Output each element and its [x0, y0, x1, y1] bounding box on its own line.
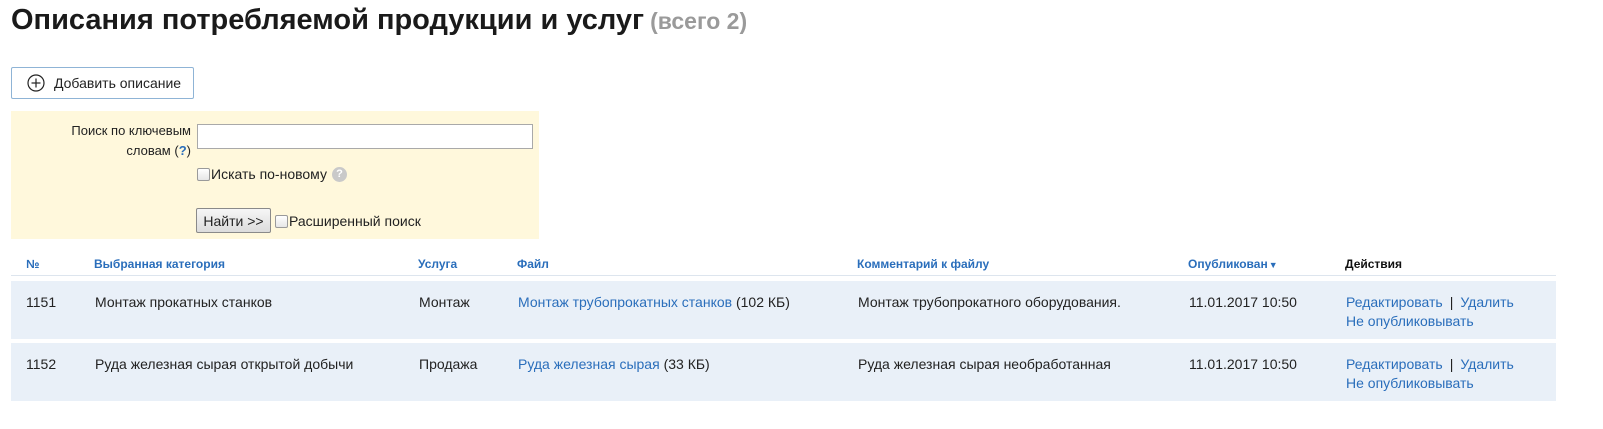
table-header-row: № Выбранная категория Услуга Файл Коммен… — [11, 253, 1556, 276]
header-num[interactable]: № — [11, 253, 94, 276]
file-size: (102 КБ) — [732, 294, 790, 310]
keyword-label-close: ) — [186, 143, 191, 158]
file-link[interactable]: Руда железная сырая — [518, 356, 660, 372]
add-description-label: Добавить описание — [54, 75, 182, 91]
table-row: 1152 Руда железная сырая открытой добычи… — [11, 343, 1556, 401]
find-button[interactable]: Найти >> — [196, 208, 271, 233]
file-link[interactable]: Монтаж трубопрокатных станков — [518, 294, 732, 310]
keyword-search-input[interactable] — [197, 124, 533, 149]
plus-circle-icon — [27, 74, 45, 92]
cell-service: Продажа — [418, 343, 517, 401]
cell-service: Монтаж — [418, 281, 517, 339]
cell-published: 11.01.2017 10:50 — [1188, 281, 1345, 339]
cell-file: Руда железная сырая (33 КБ) — [517, 343, 857, 401]
cell-num: 1151 — [11, 281, 94, 339]
descriptions-table: № Выбранная категория Услуга Файл Коммен… — [11, 253, 1556, 401]
cell-num: 1152 — [11, 343, 94, 401]
keyword-label-line1: Поиск по ключевым — [71, 123, 191, 138]
new-search-label: Искать по-новому — [211, 166, 327, 182]
cell-comment: Руда железная сырая необработанная — [857, 343, 1188, 401]
unpublish-link[interactable]: Не опубликовывать — [1346, 313, 1474, 329]
cell-published: 11.01.2017 10:50 — [1188, 343, 1345, 401]
title-count: (всего 2) — [650, 8, 748, 34]
header-comment[interactable]: Комментарий к файлу — [857, 253, 1188, 276]
cell-actions: Редактировать | Удалить Не опубликовывать — [1345, 343, 1556, 401]
action-separator: | — [1449, 294, 1454, 310]
cell-file: Монтаж трубопрокатных станков (102 КБ) — [517, 281, 857, 339]
new-search-row: Искать по-новому ? — [197, 166, 347, 182]
header-published-label: Опубликован — [1188, 257, 1268, 271]
advanced-search-checkbox[interactable] — [275, 214, 288, 228]
keyword-search-label: Поиск по ключевым словам (?) — [21, 121, 191, 161]
keyword-label-line2: словам ( — [126, 143, 179, 158]
delete-link[interactable]: Удалить — [1460, 294, 1513, 310]
new-search-checkbox[interactable] — [197, 167, 210, 181]
page-title: Описания потребляемой продукции и услуг(… — [11, 4, 747, 37]
cell-actions: Редактировать | Удалить Не опубликовывать — [1345, 281, 1556, 339]
cell-category: Руда железная сырая открытой добычи — [94, 343, 418, 401]
header-category[interactable]: Выбранная категория — [94, 253, 418, 276]
header-published[interactable]: Опубликован▼ — [1188, 253, 1345, 276]
search-panel: Поиск по ключевым словам (?) Искать по-н… — [11, 111, 539, 239]
header-actions: Действия — [1345, 253, 1556, 276]
page-title-text: Описания потребляемой продукции и услуг — [11, 4, 645, 36]
question-circle-icon[interactable]: ? — [331, 166, 347, 182]
advanced-search-label: Расширенный поиск — [289, 213, 421, 229]
unpublish-link[interactable]: Не опубликовывать — [1346, 375, 1474, 391]
action-separator: | — [1449, 356, 1454, 372]
page: Описания потребляемой продукции и услуг(… — [0, 0, 1603, 429]
table-row: 1151 Монтаж прокатных станков Монтаж Мон… — [11, 281, 1556, 339]
keyword-help-link[interactable]: ? — [179, 143, 187, 158]
edit-link[interactable]: Редактировать — [1346, 356, 1443, 372]
edit-link[interactable]: Редактировать — [1346, 294, 1443, 310]
delete-link[interactable]: Удалить — [1460, 356, 1513, 372]
cell-comment: Монтаж трубопрокатного оборудования. — [857, 281, 1188, 339]
header-file[interactable]: Файл — [517, 253, 857, 276]
file-size: (33 КБ) — [659, 356, 710, 372]
advanced-search-row: Расширенный поиск — [275, 213, 421, 229]
cell-category: Монтаж прокатных станков — [94, 281, 418, 339]
sort-desc-icon: ▼ — [1268, 260, 1278, 270]
header-service[interactable]: Услуга — [418, 253, 517, 276]
add-description-button[interactable]: Добавить описание — [11, 67, 194, 99]
